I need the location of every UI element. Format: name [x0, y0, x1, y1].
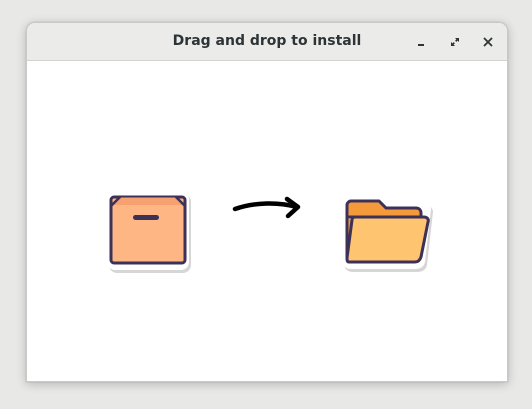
package-box-icon[interactable] [106, 190, 193, 273]
folder-icon[interactable] [341, 191, 435, 272]
minimize-button[interactable] [408, 29, 433, 54]
close-button[interactable] [475, 29, 500, 54]
title-bar[interactable]: Drag and drop to install [27, 23, 507, 61]
maximize-icon [450, 37, 459, 46]
close-icon [483, 37, 492, 46]
window-title: Drag and drop to install [172, 33, 362, 49]
minimize-icon [417, 43, 424, 46]
maximize-button[interactable] [442, 29, 467, 54]
arrow-right-icon [231, 196, 307, 222]
installer-window: Drag and drop to install [26, 22, 508, 382]
drop-area [27, 61, 507, 381]
